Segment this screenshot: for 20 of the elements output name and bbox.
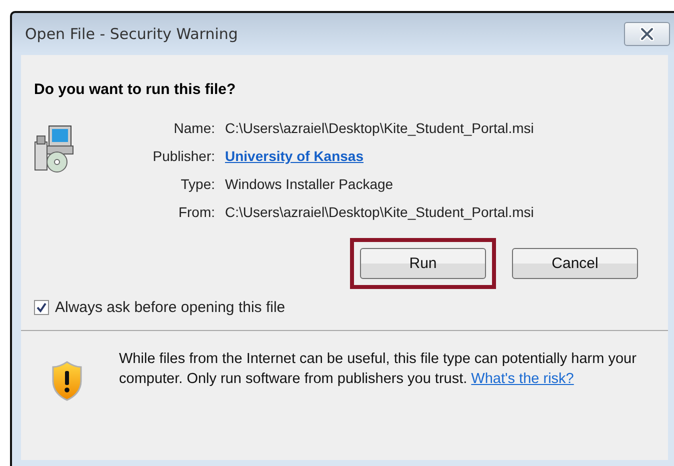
- installer-package-icon: [33, 124, 75, 174]
- close-icon: [639, 27, 655, 41]
- risk-link[interactable]: What's the risk?: [471, 371, 574, 387]
- checkbox[interactable]: [34, 300, 49, 315]
- window-title: Open File - Security Warning: [25, 25, 238, 43]
- warning-message: While files from the Internet can be useful, this file type can potentially harm your computer. Only run software from publishers you trust. What's the risk?: [119, 350, 638, 389]
- detail-label: From:: [177, 204, 215, 220]
- detail-value: C:\Users\azraiel\Desktop\Kite_Student_Portal.msi: [225, 204, 534, 220]
- close-button[interactable]: [624, 22, 670, 46]
- detail-label: Name:: [172, 120, 215, 136]
- detail-value: C:\Users\azraiel\Desktop\Kite_Student_Portal.msi: [225, 120, 534, 136]
- detail-label: Publisher:: [152, 148, 215, 164]
- question-heading: Do you want to run this file?: [34, 81, 237, 98]
- dialog-button[interactable]: Run: [360, 248, 486, 279]
- publisher-link[interactable]: University of Kansas: [225, 148, 534, 164]
- detail-label: Type:: [180, 176, 215, 192]
- dialog-button[interactable]: Cancel: [512, 248, 638, 279]
- detail-value: Windows Installer Package: [225, 176, 394, 192]
- checkbox-label: Always ask before opening this file: [55, 299, 286, 316]
- shield-warning-icon: [51, 361, 83, 401]
